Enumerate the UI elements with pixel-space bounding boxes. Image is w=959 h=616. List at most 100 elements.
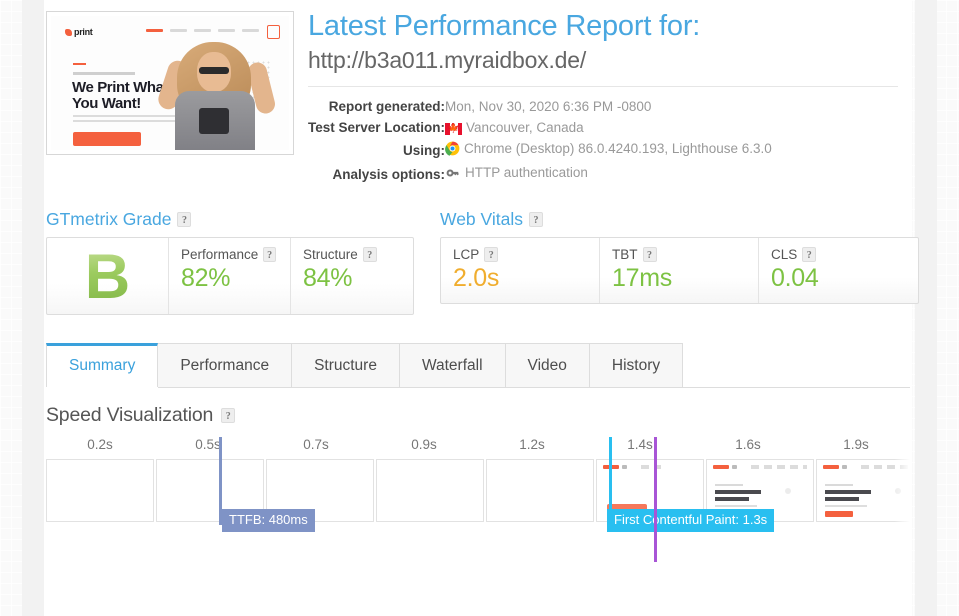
tab-performance[interactable]: Performance <box>157 343 292 387</box>
tbt-help-icon[interactable]: ? <box>643 247 657 262</box>
speed-visualization-timeline[interactable]: 0.2s 0.5s 0.7s 0.9s 1.2s 1.4s 1.6s 1.9s <box>46 437 910 562</box>
web-vitals-block: Web Vitals ? LCP ? 2.0s TBT ? 17ms <box>440 209 919 315</box>
timeline-tick: 1.2s <box>478 437 586 459</box>
meta-row-analysis-options: Analysis options: HTTP authentication <box>308 162 772 186</box>
thumbnail-nav <box>146 29 259 32</box>
structure-help-icon[interactable]: ? <box>363 247 377 262</box>
tab-waterfall[interactable]: Waterfall <box>399 343 506 387</box>
tab-history[interactable]: History <box>589 343 683 387</box>
performance-help-icon[interactable]: ? <box>263 247 276 262</box>
meta-label: Using: <box>308 138 445 162</box>
report-generated-value: Mon, Nov 30, 2020 6:36 PM -0800 <box>445 99 651 114</box>
frame-headline-line1 <box>715 490 761 494</box>
frame-eyebrow <box>715 484 743 486</box>
frame-placeholder-icon <box>895 488 901 494</box>
timeline-frame[interactable] <box>486 459 594 522</box>
vital-cell-lcp: LCP ? 2.0s <box>441 238 600 303</box>
thumbnail-model-photo <box>155 36 273 150</box>
report-header: print We Print What You Want! <box>44 0 912 186</box>
timeline-tick-row: 0.2s 0.5s 0.7s 0.9s 1.2s 1.4s 1.6s 1.9s <box>46 437 910 459</box>
marker-fcp-badge: First Contentful Paint: 1.3s <box>607 509 774 532</box>
meta-value: 🍁 Vancouver, Canada <box>445 117 772 138</box>
chrome-icon <box>445 141 460 159</box>
structure-label: Structure <box>303 247 358 262</box>
performance-label: Performance <box>181 247 258 262</box>
frame-nav <box>751 465 807 469</box>
thumbnail-eyebrow <box>73 72 135 75</box>
marker-ttfb <box>219 437 222 525</box>
web-vitals-title: Web Vitals <box>440 209 523 230</box>
cls-help-icon[interactable]: ? <box>802 247 816 262</box>
timeline-tick: 1.6s <box>694 437 802 459</box>
timeline-frame[interactable] <box>46 459 154 522</box>
logo-mark-icon <box>65 29 72 36</box>
speed-visualization-title: Speed Visualization <box>46 404 213 427</box>
gtmetrix-grade-title: GTmetrix Grade <box>46 209 171 230</box>
timeline-tick: 0.5s <box>154 437 262 459</box>
report-content-card: print We Print What You Want! <box>44 0 912 616</box>
meta-row-report-generated: Report generated: Mon, Nov 30, 2020 6:36… <box>308 96 772 117</box>
report-meta-table: Report generated: Mon, Nov 30, 2020 6:36… <box>308 96 772 186</box>
tbt-label-row: TBT ? <box>612 247 744 262</box>
marker-ttfb-badge: TTFB: 480ms <box>222 509 315 532</box>
left-gutter <box>22 0 44 616</box>
lcp-help-icon[interactable]: ? <box>484 247 498 262</box>
report-tabs-wrap: Summary Performance Structure Waterfall … <box>44 343 912 388</box>
vital-cell-tbt: TBT ? 17ms <box>600 238 759 303</box>
timeline-frame[interactable] <box>376 459 484 522</box>
tab-summary[interactable]: Summary <box>46 343 158 387</box>
frame-logo-icon <box>713 465 729 469</box>
lcp-label: LCP <box>453 247 479 262</box>
nav-item-icon <box>218 29 235 32</box>
thumbnail-cta-button <box>73 132 141 146</box>
meta-label: Report generated: <box>308 96 445 117</box>
grade-cell: B <box>47 238 169 314</box>
gtmetrix-grade-title-row: GTmetrix Grade ? <box>46 209 414 230</box>
cls-value: 0.04 <box>771 263 904 293</box>
marker-fcp-line <box>609 437 612 525</box>
marker-fcp <box>609 437 612 525</box>
lcp-label-row: LCP ? <box>453 247 585 262</box>
analysis-options-value: HTTP authentication <box>465 165 588 180</box>
header-divider <box>308 86 898 87</box>
site-screenshot-thumbnail-wrap: print We Print What You Want! <box>44 6 294 186</box>
tab-structure[interactable]: Structure <box>291 343 400 387</box>
metric-cell-structure: Structure ? 84% <box>291 238 413 314</box>
timeline-frame[interactable] <box>816 459 910 522</box>
timeline-tick: 1.4s <box>586 437 694 459</box>
test-server-location-value: Vancouver, Canada <box>466 120 584 135</box>
page-title: Latest Performance Report for: <box>308 8 898 44</box>
web-vitals-help-icon[interactable]: ? <box>529 212 543 227</box>
timeline-tick: 0.7s <box>262 437 370 459</box>
frame-eyebrow <box>825 484 853 486</box>
structure-value: 84% <box>303 263 399 293</box>
thumbnail-headline-line2: You Want! <box>72 95 141 112</box>
marker-lcp <box>654 437 657 562</box>
site-screenshot-thumbnail[interactable]: print We Print What You Want! <box>46 11 294 155</box>
meta-value: Chrome (Desktop) 86.0.4240.193, Lighthou… <box>445 138 772 162</box>
web-vitals-panel: LCP ? 2.0s TBT ? 17ms CLS ? <box>440 237 919 304</box>
report-url[interactable]: http://b3a011.myraidbox.de/ <box>308 45 898 75</box>
frame-headline-line2 <box>715 497 749 501</box>
frame-cta <box>825 511 853 517</box>
thumbnail-accent-rule <box>73 63 86 65</box>
timeline-tick: 1.9s <box>802 437 910 459</box>
cls-label-row: CLS ? <box>771 247 904 262</box>
structure-label-row: Structure ? <box>303 247 399 262</box>
nav-item-icon <box>242 29 259 32</box>
key-icon <box>445 166 461 183</box>
meta-value: HTTP authentication <box>445 162 772 186</box>
gtmetrix-grade-help-icon[interactable]: ? <box>177 212 191 227</box>
tab-video[interactable]: Video <box>505 343 590 387</box>
frame-logo-text <box>622 465 627 469</box>
maple-leaf-glyph: 🍁 <box>447 124 459 134</box>
performance-value: 82% <box>181 263 276 293</box>
timeline-tick: 0.2s <box>46 437 154 459</box>
frame-render-full <box>817 460 910 521</box>
thumbnail-headline-line1: We Print What <box>72 79 168 96</box>
speed-visualization-help-icon[interactable]: ? <box>221 408 235 423</box>
meta-row-using: Using: Chrome (Desktop) 86.0.4240.193, L… <box>308 138 772 162</box>
nav-item-icon <box>146 29 163 32</box>
grade-letter: B <box>85 238 131 314</box>
web-vitals-title-row: Web Vitals ? <box>440 209 919 230</box>
